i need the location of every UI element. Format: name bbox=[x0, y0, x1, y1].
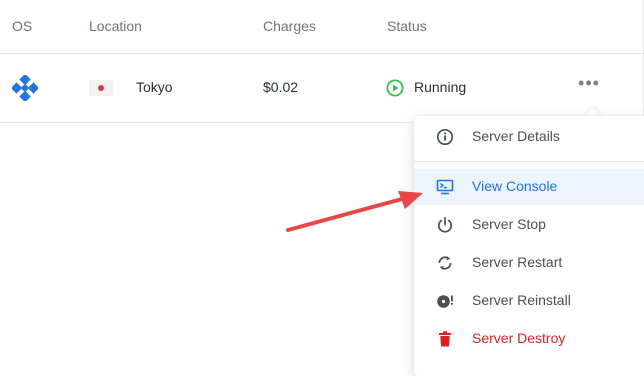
japan-flag-icon bbox=[89, 80, 113, 96]
menu-item-label: Server Restart bbox=[472, 254, 563, 270]
menu-item-server-destroy[interactable]: Server Destroy bbox=[414, 321, 644, 357]
menu-item-view-console[interactable]: View Console bbox=[414, 169, 644, 205]
power-icon bbox=[437, 216, 453, 233]
play-circle-icon bbox=[386, 79, 404, 97]
server-actions-menu: Server Details View Console Server Stop … bbox=[414, 116, 644, 376]
location-value: Tokyo bbox=[136, 79, 173, 95]
table-header: OS Location Charges Status bbox=[0, 0, 644, 54]
charges-value: $0.02 bbox=[263, 79, 299, 95]
info-icon bbox=[436, 128, 454, 146]
os-logo-icon bbox=[12, 75, 38, 101]
console-icon bbox=[436, 179, 454, 195]
menu-item-label: Server Stop bbox=[472, 216, 546, 232]
trash-icon bbox=[439, 331, 451, 347]
menu-divider bbox=[414, 161, 644, 162]
column-header-os[interactable]: OS bbox=[12, 18, 32, 34]
menu-item-server-details[interactable]: Server Details bbox=[414, 119, 644, 155]
restart-icon bbox=[438, 256, 452, 270]
menu-item-label: Server Reinstall bbox=[472, 292, 571, 308]
reinstall-icon bbox=[437, 295, 453, 308]
menu-item-label: Server Destroy bbox=[472, 330, 566, 346]
menu-item-server-reinstall[interactable]: Server Reinstall bbox=[414, 283, 644, 319]
menu-item-server-restart[interactable]: Server Restart bbox=[414, 245, 644, 281]
column-header-charges[interactable]: Charges bbox=[263, 18, 316, 34]
menu-item-label: Server Details bbox=[472, 128, 560, 144]
table-row[interactable]: Tokyo $0.02 Running ••• bbox=[0, 54, 644, 123]
more-horizontal-icon[interactable]: ••• bbox=[576, 74, 602, 96]
column-header-status[interactable]: Status bbox=[387, 18, 427, 34]
column-header-location[interactable]: Location bbox=[89, 18, 142, 34]
menu-item-label: View Console bbox=[472, 178, 558, 194]
status-value: Running bbox=[414, 79, 467, 95]
menu-item-server-stop[interactable]: Server Stop bbox=[414, 207, 644, 243]
